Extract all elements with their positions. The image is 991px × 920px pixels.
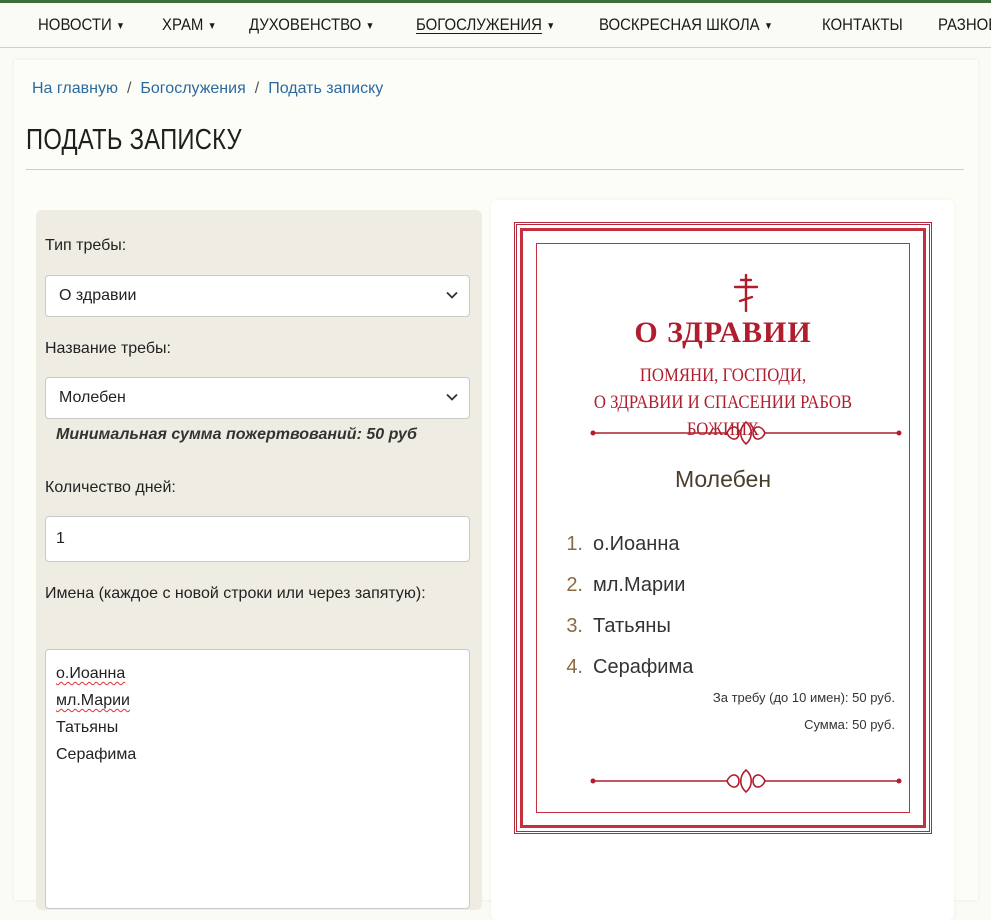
chevron-down-icon — [446, 291, 458, 299]
list-item-name: Татьяны — [593, 615, 671, 637]
chevron-down-icon — [446, 393, 458, 401]
note-card-inner: О здравии Помяни, Господи, о здравии и с… — [536, 243, 910, 813]
caret-down-icon: ▼ — [546, 20, 556, 32]
nav-item-clergy[interactable]: Духовенство ▼ — [249, 15, 374, 35]
breadcrumb-current[interactable]: Подать записку — [268, 80, 383, 98]
page-title: ПОДАТЬ ЗАПИСКУ — [26, 124, 242, 156]
nav-label: Воскресная школа — [599, 15, 760, 34]
note-trebe: Молебен — [674, 466, 772, 492]
breadcrumb-services[interactable]: Богослужения — [140, 80, 245, 98]
note-card: О здравии Помяни, Господи, о здравии и с… — [514, 222, 932, 834]
caret-down-icon: ▼ — [365, 20, 375, 32]
nav-list: Новости ▼ Храм ▼ Духовенство ▼ Богослуже… — [0, 3, 991, 47]
names-line: Татьяны — [56, 719, 119, 736]
min-donation-hint: Минимальная сумма пожертвований: 50 руб — [56, 426, 417, 443]
ornament-divider — [590, 420, 902, 446]
breadcrumb: На главную / Богослужения / Подать запис… — [32, 80, 383, 98]
list-item-number: 2. — [566, 574, 583, 596]
names-line: о.Иоанна — [56, 665, 126, 682]
list-item-name: о.Иоанна — [593, 533, 680, 555]
note-preview-panel: О здравии Помяни, Господи, о здравии и с… — [491, 200, 954, 920]
nav-label: Новости — [38, 15, 112, 34]
breadcrumb-separator: / — [126, 80, 132, 97]
nav-label: Духовенство — [248, 15, 361, 34]
orthodox-cross-icon — [733, 274, 759, 312]
trebe-name-label: Название требы: — [45, 340, 171, 357]
type-select[interactable]: О здравии — [45, 275, 470, 317]
nav-label: Богослужения — [416, 15, 543, 34]
nav-item-contacts[interactable]: Контакты — [822, 15, 903, 35]
names-label: Имена (каждое с новой строки или через з… — [45, 585, 426, 602]
days-label: Количество дней: — [45, 479, 176, 496]
caret-down-icon: ▼ — [116, 20, 125, 32]
days-input[interactable]: 1 — [45, 516, 470, 562]
names-line: мл.Марии — [56, 692, 130, 709]
price-total: Сумма: 50 руб. — [804, 717, 895, 732]
list-item: 2. мл.Марии — [565, 565, 693, 606]
nav-label: Разное — [938, 15, 991, 34]
list-item: 4. Серафима — [565, 647, 693, 688]
nav-item-misc[interactable]: Разное ▼ — [938, 15, 991, 35]
names-textarea[interactable]: о.Иоанна мл.Марии Татьяны Серафима — [45, 649, 470, 909]
nav-item-news[interactable]: Новости ▼ — [38, 15, 125, 35]
type-select-value: О здравии — [59, 287, 137, 304]
price-per-trebe: За требу (до 10 имен): 50 руб. — [712, 690, 895, 705]
list-item-number: 3. — [566, 615, 583, 637]
trebe-name-select[interactable]: Молебен — [45, 377, 470, 419]
content-container: На главную / Богослужения / Подать запис… — [14, 60, 978, 920]
trebe-name-select-value: Молебен — [59, 389, 126, 406]
list-item: 3. Татьяны — [565, 606, 693, 647]
ornament-divider-bottom — [590, 768, 902, 794]
type-label: Тип требы: — [45, 237, 127, 254]
main-navigation: Новости ▼ Храм ▼ Духовенство ▼ Богослуже… — [0, 3, 991, 48]
note-form: Тип требы: О здравии Название требы: Мол… — [36, 210, 482, 910]
nav-label: Храм — [161, 15, 204, 34]
caret-down-icon: ▼ — [764, 20, 773, 32]
note-names-list: 1. о.Иоанна 2. мл.Марии 3. Татьяны 4. Серафи… — [565, 524, 693, 688]
list-item-number: 1. — [566, 533, 583, 555]
breadcrumb-home[interactable]: На главную — [32, 80, 118, 98]
list-item: 1. о.Иоанна — [565, 524, 693, 565]
title-divider — [26, 169, 964, 170]
list-item-name: Серафима — [593, 656, 694, 678]
days-input-value: 1 — [56, 530, 65, 547]
note-subtitle-line: Помяни, Господи, — [639, 365, 807, 386]
breadcrumb-separator: / — [254, 80, 260, 97]
list-item-number: 4. — [566, 656, 583, 678]
nav-item-services[interactable]: Богослужения ▼ — [416, 15, 555, 35]
caret-down-icon: ▼ — [207, 20, 217, 32]
nav-label: Контакты — [821, 15, 903, 34]
note-title: О здравии — [634, 316, 812, 349]
list-item-name: мл.Марии — [593, 574, 686, 596]
names-line: Серафима — [56, 746, 137, 763]
nav-item-sunday-school[interactable]: Воскресная школа ▼ — [599, 15, 773, 35]
nav-item-temple[interactable]: Храм ▼ — [162, 15, 217, 35]
